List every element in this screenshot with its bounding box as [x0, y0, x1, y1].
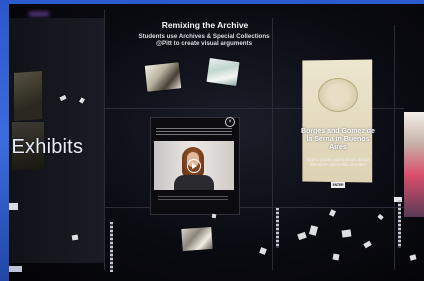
- borges-title: Borges and Gómez de la Serna in Buenos A…: [301, 128, 375, 152]
- bottom-left-tab[interactable]: [8, 266, 22, 272]
- floating-card[interactable]: [377, 213, 384, 221]
- floating-card[interactable]: [409, 254, 417, 261]
- borges-emblem: [318, 78, 358, 112]
- floating-card[interactable]: [297, 231, 307, 241]
- modal-description: [156, 128, 232, 136]
- floating-card[interactable]: [71, 234, 79, 241]
- remix-title: Remixing the Archive: [161, 20, 249, 30]
- floating-card[interactable]: [211, 213, 217, 219]
- borges-subtitle: Guest guide explorations about literatur…: [306, 157, 370, 167]
- vertical-strip: [276, 208, 279, 248]
- ceiling-light: [29, 12, 49, 16]
- play-icon[interactable]: [187, 159, 201, 173]
- floating-card[interactable]: [308, 225, 319, 236]
- exhibits-label: t Exhibits: [0, 136, 84, 158]
- remix-thumbnail-2[interactable]: [206, 58, 240, 86]
- remix-thumbnail-1[interactable]: [144, 62, 182, 92]
- floating-card[interactable]: [328, 209, 337, 217]
- left-archive-photo: [14, 71, 42, 121]
- floating-card[interactable]: [363, 240, 372, 249]
- frame-left: [0, 0, 9, 281]
- wall-seam: [104, 207, 404, 208]
- frame-top: [0, 0, 424, 4]
- wall-seam: [272, 18, 273, 270]
- vertical-strip: [110, 222, 113, 272]
- speaker-body: [174, 175, 214, 190]
- video-player[interactable]: [154, 141, 234, 190]
- close-icon[interactable]: ×: [225, 117, 235, 127]
- video-wall-photo: t Exhibits Remixing the Archive Students…: [0, 0, 424, 281]
- floating-card[interactable]: [332, 253, 340, 261]
- floating-card[interactable]: [259, 247, 267, 255]
- wall-seam: [394, 25, 395, 270]
- remix-subtitle: Students use Archives & Special Collecti…: [138, 33, 270, 47]
- floating-card[interactable]: [341, 229, 352, 238]
- right-exhibit-photo: [404, 112, 424, 217]
- wall-seam: [104, 10, 105, 270]
- bottom-thumbnail[interactable]: [181, 226, 213, 252]
- vertical-strip: [398, 200, 401, 248]
- enter-button[interactable]: ENTER: [331, 182, 345, 188]
- modal-caption: [158, 196, 228, 202]
